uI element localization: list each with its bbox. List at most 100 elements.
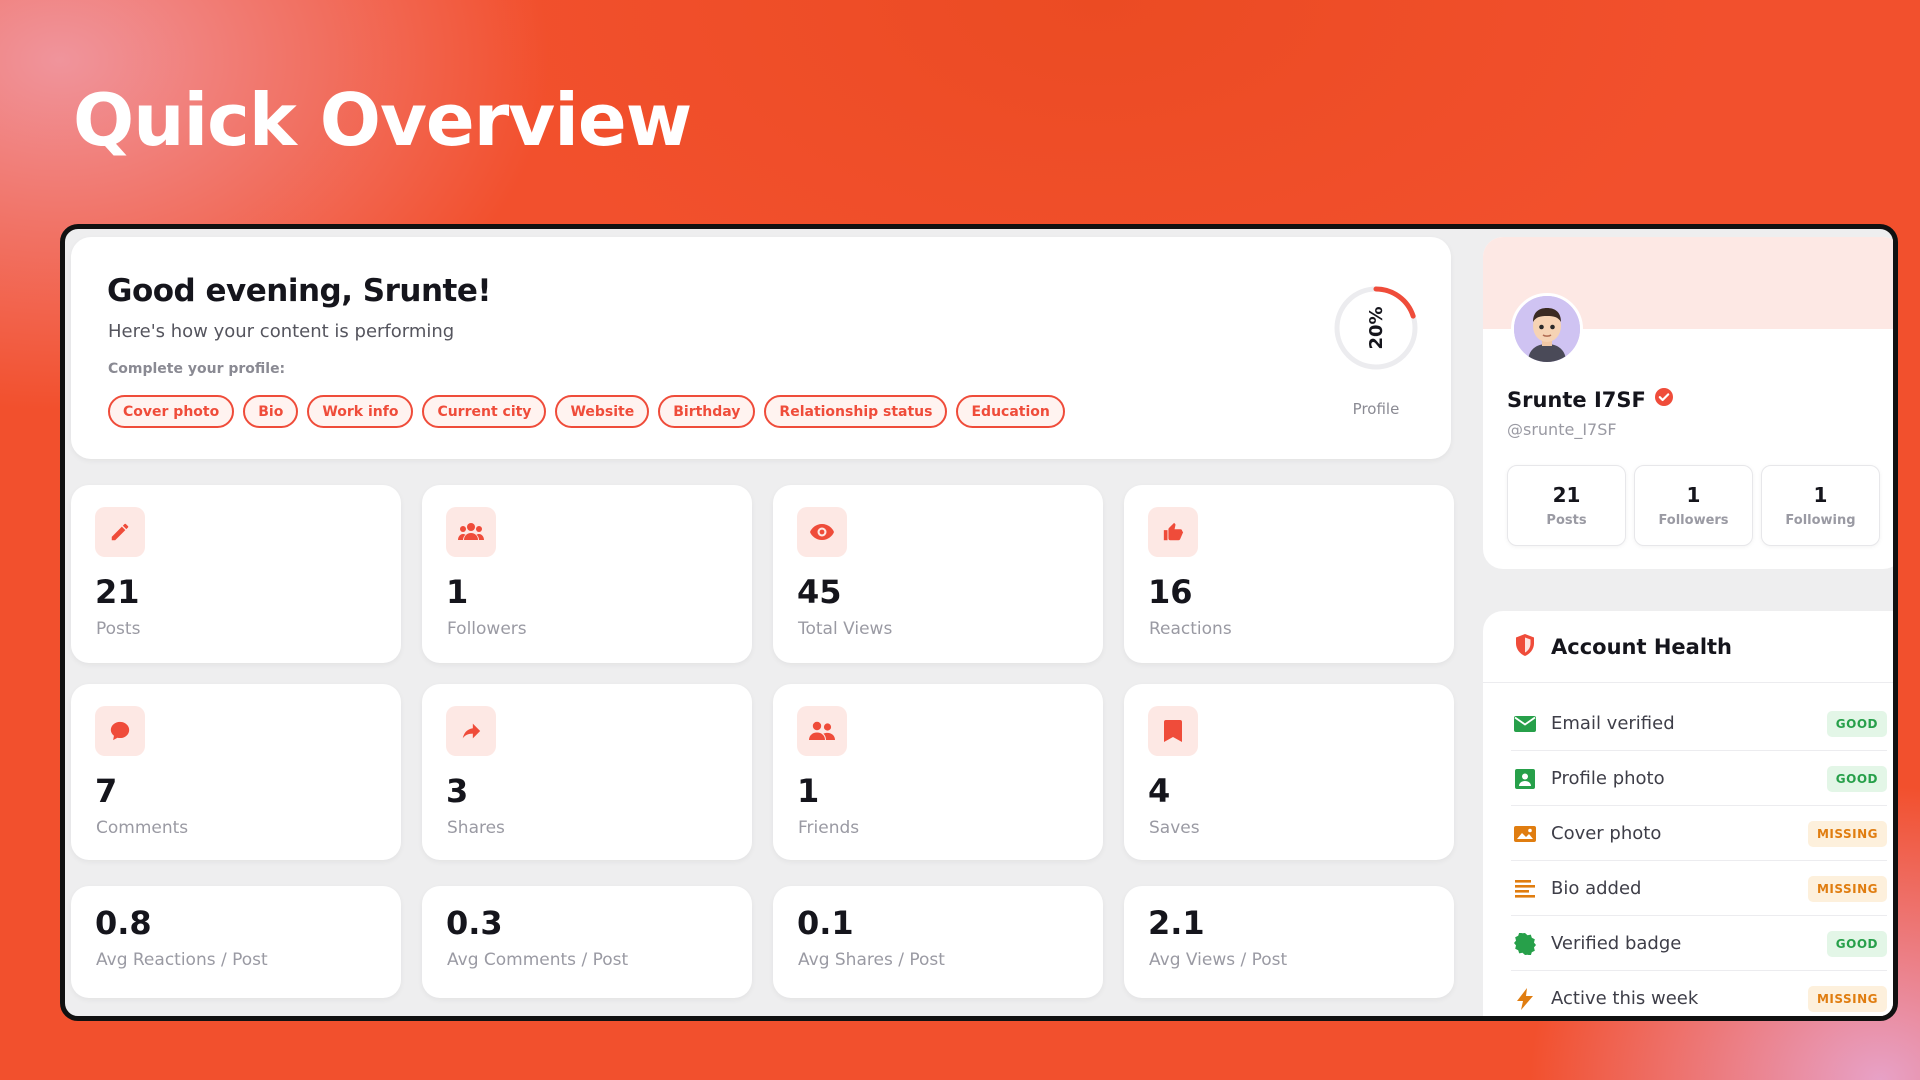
stat-label: Comments [96,818,189,838]
stat-card-comments[interactable]: 7 Comments [71,684,401,860]
stat-card-friends[interactable]: 1 Friends [773,684,1103,860]
health-item-label: Bio added [1551,878,1642,899]
stat-value: 1 [446,573,469,611]
chip-education[interactable]: Education [956,395,1065,428]
chip-cover-photo[interactable]: Cover photo [108,395,235,428]
users-icon [446,507,496,557]
profile-progress-ring: 20% [1331,283,1421,373]
health-row-active-this-week: Active this week MISSING [1511,972,1887,1016]
stat-label: Followers [447,619,527,639]
account-health-title: Account Health [1551,634,1733,659]
avg-label: Avg Comments / Post [447,950,629,970]
status-badge: GOOD [1826,930,1887,957]
friends-icon [797,706,847,756]
envelope-icon [1511,713,1539,735]
chip-website[interactable]: Website [555,395,650,428]
health-item-label: Active this week [1551,988,1699,1009]
chip-birthday[interactable]: Birthday [658,395,756,428]
profile-chips: Cover photo Bio Work info Current city W… [108,395,1065,428]
account-health-card: Account Health Email verified GOOD Profi… [1483,611,1893,1016]
stat-card-saves[interactable]: 4 Saves [1124,684,1454,860]
avg-label: Avg Reactions / Post [96,950,268,970]
profile-stat-posts[interactable]: 21 Posts [1507,465,1626,546]
avatar[interactable] [1511,293,1583,365]
avg-label: Avg Shares / Post [798,950,945,970]
status-badge: GOOD [1826,765,1887,792]
health-row-cover-photo: Cover photo MISSING [1511,807,1887,861]
profile-name-row: Srunte I7SF [1507,387,1674,412]
verified-seal-icon [1511,932,1539,955]
profile-stat-value: 1 [1813,483,1828,507]
verified-check-icon [1654,387,1674,412]
stat-label: Total Views [798,619,893,639]
health-item-label: Email verified [1551,713,1675,734]
status-badge: GOOD [1826,710,1887,737]
stat-value: 4 [1148,772,1171,810]
stat-label: Reactions [1149,619,1232,639]
image-icon [1511,768,1539,790]
profile-progress-value: 20% [1365,306,1387,350]
avg-card-comments: 0.3 Avg Comments / Post [422,886,752,998]
profile-progress-label: Profile [1352,400,1400,418]
greeting-title: Good evening, Srunte! [107,273,492,309]
account-health-header: Account Health [1483,611,1893,683]
avg-value: 0.3 [446,904,503,942]
health-row-email-verified: Email verified GOOD [1511,697,1887,751]
profile-stat-value: 1 [1686,483,1701,507]
status-badge: MISSING [1807,875,1887,902]
eye-icon [797,507,847,557]
thumbs-up-icon [1148,507,1198,557]
stat-value: 16 [1148,573,1193,611]
avg-label: Avg Views / Post [1149,950,1288,970]
profile-stat-label: Followers [1658,513,1729,528]
bookmark-icon [1148,706,1198,756]
health-row-bio-added: Bio added MISSING [1511,862,1887,916]
stat-label: Saves [1149,818,1200,838]
profile-name: Srunte I7SF [1507,387,1646,412]
avg-value: 0.8 [95,904,152,942]
health-item-label: Profile photo [1551,768,1665,789]
stat-card-shares[interactable]: 3 Shares [422,684,752,860]
stat-value: 45 [797,573,842,611]
stat-card-posts[interactable]: 21 Posts [71,485,401,663]
profile-stat-following[interactable]: 1 Following [1761,465,1880,546]
shield-icon [1515,633,1535,660]
complete-profile-label: Complete your profile: [108,361,286,377]
broken-image-icon [1511,823,1539,845]
page-title: Quick Overview [73,78,692,162]
stat-value: 21 [95,573,140,611]
stat-card-total-views[interactable]: 45 Total Views [773,485,1103,663]
profile-stat-label: Posts [1546,513,1587,528]
avg-value: 0.1 [797,904,854,942]
stat-card-followers[interactable]: 1 Followers [422,485,752,663]
stat-value: 7 [95,772,118,810]
lightning-icon [1511,987,1539,1010]
health-row-verified-badge: Verified badge GOOD [1511,917,1887,971]
comment-icon [95,706,145,756]
chip-work-info[interactable]: Work info [307,395,414,428]
profile-handle: @srunte_I7SF [1507,420,1617,439]
avg-card-reactions: 0.8 Avg Reactions / Post [71,886,401,998]
chip-relationship-status[interactable]: Relationship status [764,395,948,428]
text-lines-icon [1511,878,1539,900]
avg-card-shares: 0.1 Avg Shares / Post [773,886,1103,998]
status-badge: MISSING [1807,985,1887,1012]
stat-value: 1 [797,772,820,810]
avg-value: 2.1 [1148,904,1205,942]
stat-label: Posts [96,619,141,639]
greeting-subtitle: Here's how your content is performing [108,321,455,342]
profile-stat-label: Following [1785,513,1856,528]
dashboard-frame: Good evening, Srunte! Here's how your co… [60,224,1898,1021]
avg-card-views: 2.1 Avg Views / Post [1124,886,1454,998]
profile-card: Srunte I7SF @srunte_I7SF 21 Posts 1 Foll… [1483,237,1893,569]
stat-value: 3 [446,772,469,810]
health-row-profile-photo: Profile photo GOOD [1511,752,1887,806]
profile-stat-followers[interactable]: 1 Followers [1634,465,1753,546]
pencil-icon [95,507,145,557]
chip-current-city[interactable]: Current city [422,395,547,428]
share-icon [446,706,496,756]
chip-bio[interactable]: Bio [243,395,299,428]
status-badge: MISSING [1807,820,1887,847]
profile-stats: 21 Posts 1 Followers 1 Following [1507,465,1880,546]
stat-card-reactions[interactable]: 16 Reactions [1124,485,1454,663]
